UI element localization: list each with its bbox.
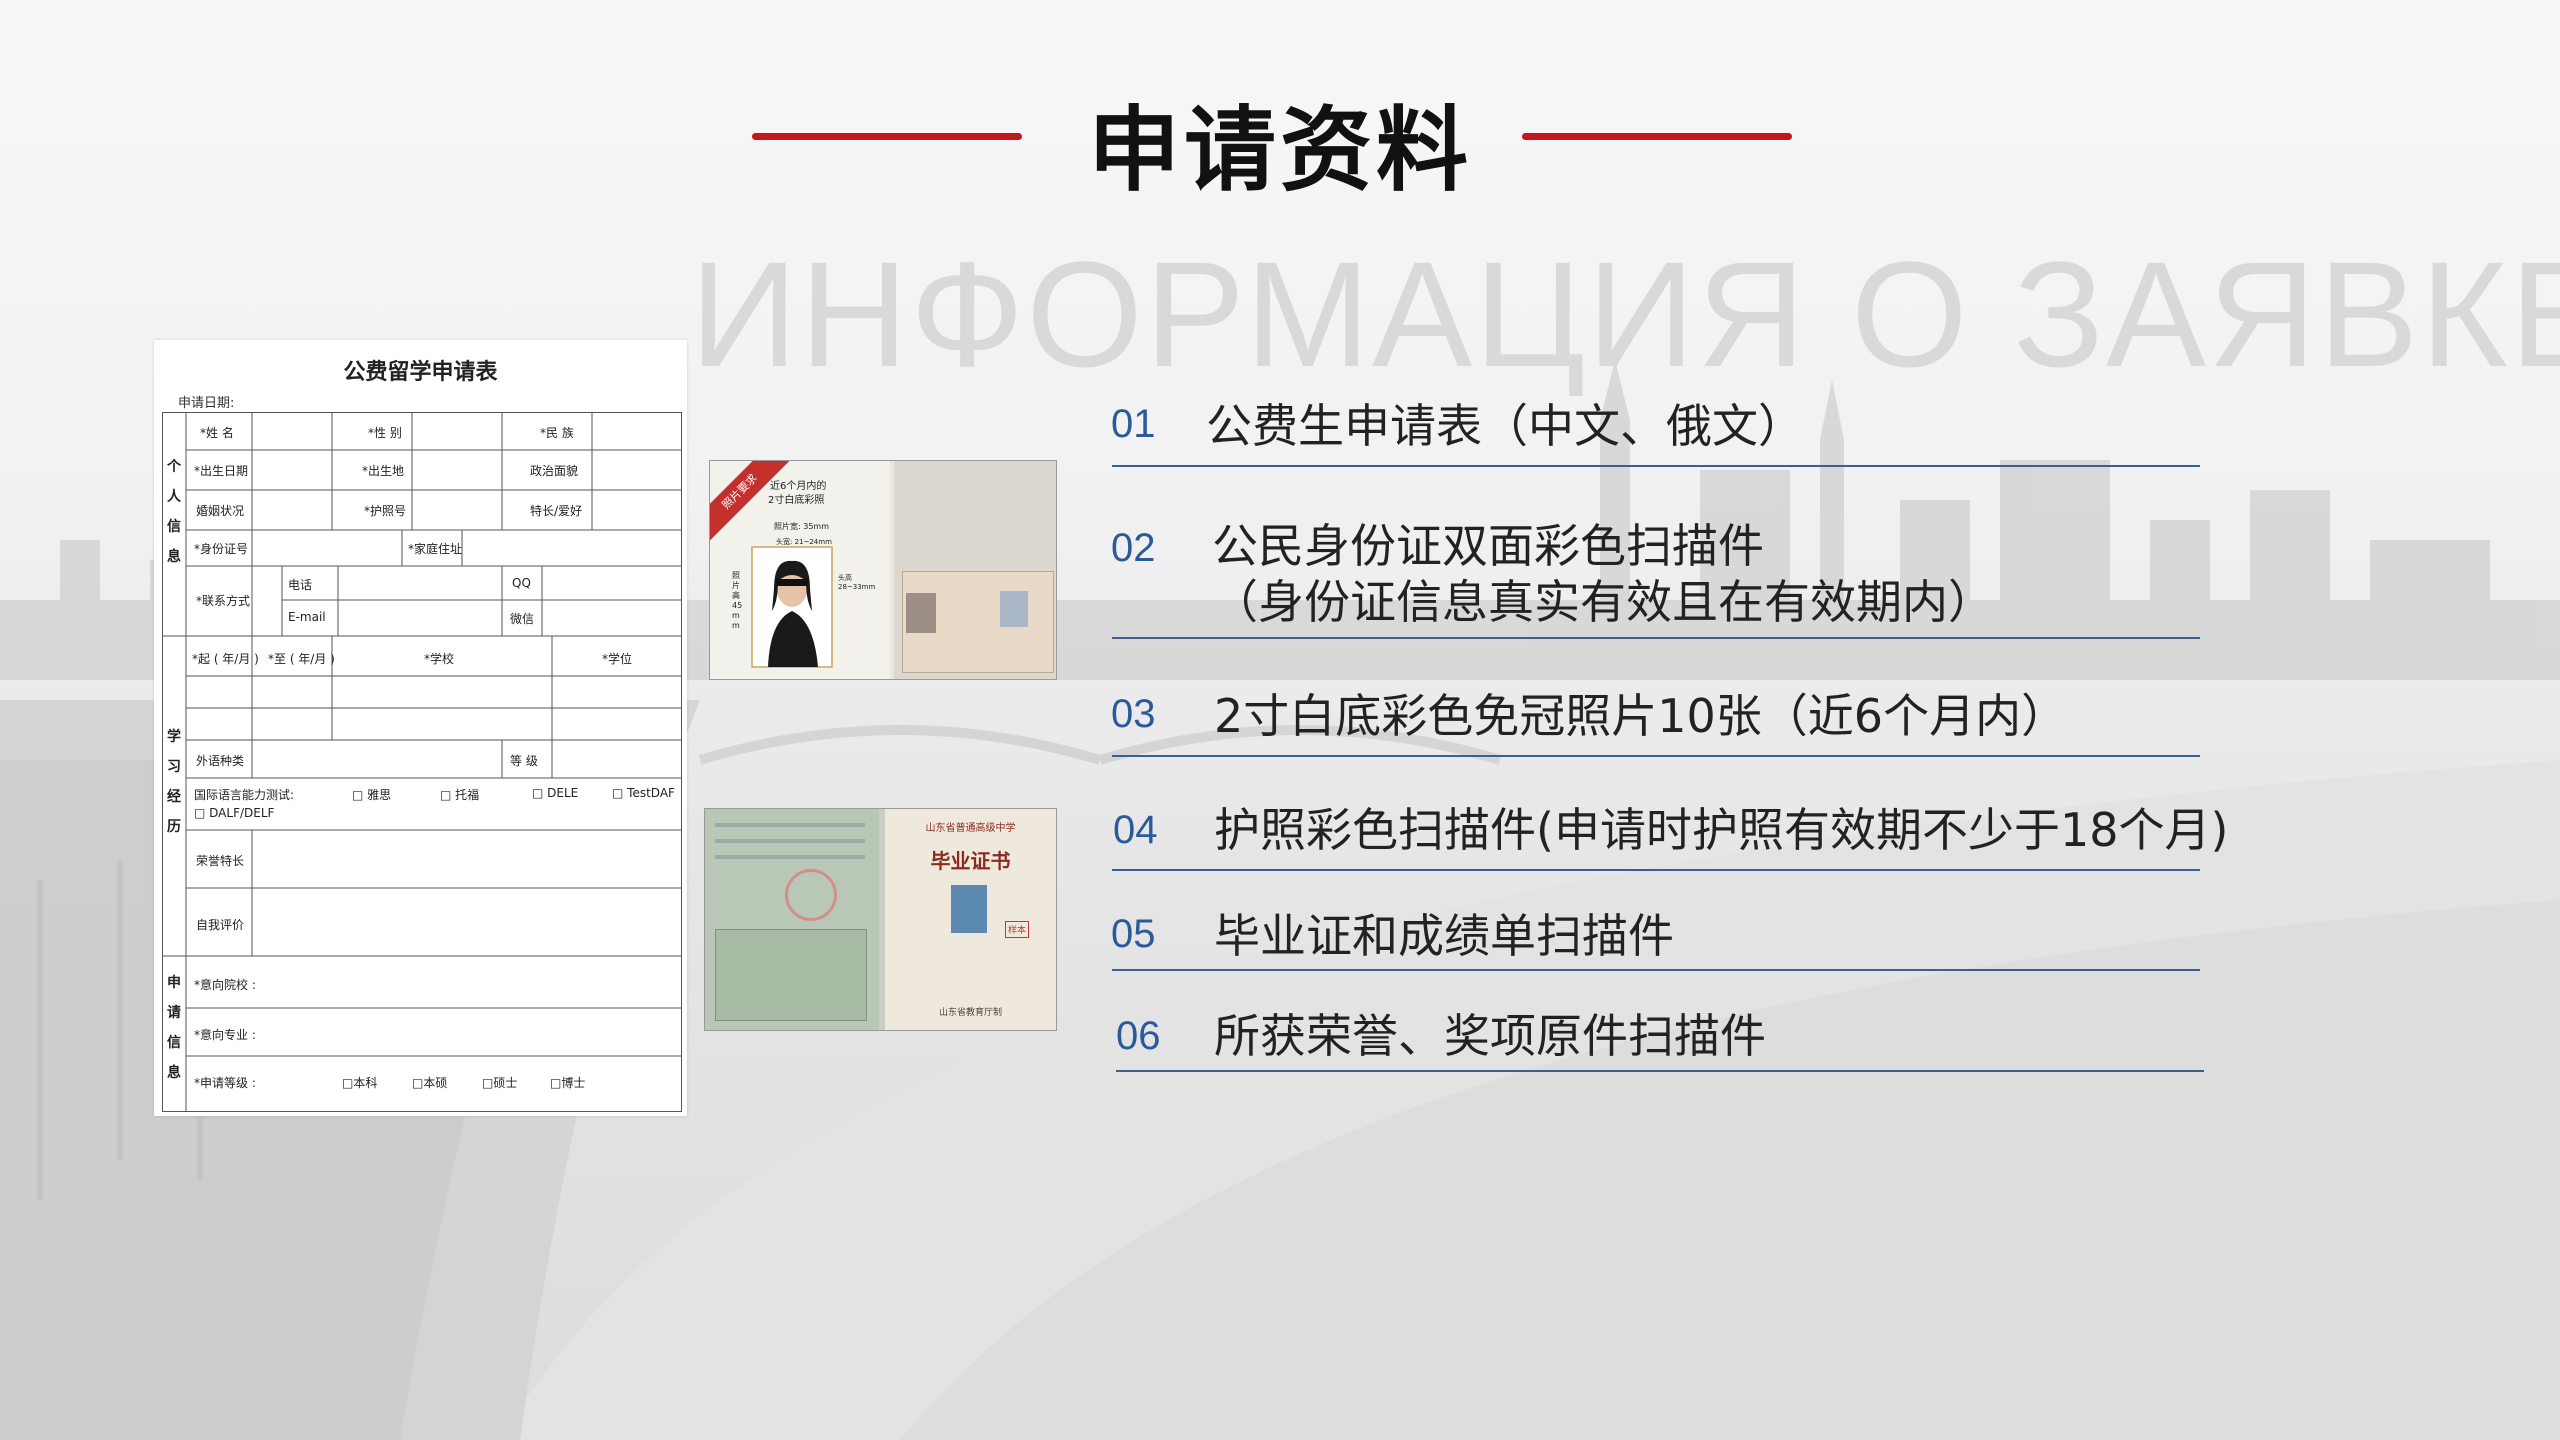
- field-contact: *联系方式: [196, 594, 251, 608]
- field-test-label: 国际语言能力测试:: [194, 788, 295, 802]
- item-text-05: 毕业证和成绩单扫描件: [1214, 909, 1674, 963]
- field-passport: *护照号: [364, 504, 407, 518]
- person-portrait-icon: [751, 546, 833, 668]
- test-option-dalf: □ DALF/DELF: [194, 806, 275, 820]
- field-level: 等 级: [510, 754, 538, 768]
- field-degree: *学位: [602, 652, 633, 666]
- id-photo-sample: 照片要求 近6个月内的 2寸白底彩照 照片宽: 35mm 头宽: 21~24mm…: [710, 461, 890, 679]
- field-birth-date: *出生日期: [194, 464, 249, 478]
- field-phone: 电话: [288, 578, 313, 592]
- field-email: E-mail: [288, 610, 326, 624]
- item-text-02-line2: （身份证信息真实有效且在有效期内）: [1212, 575, 1994, 629]
- certificate-title: 毕业证书: [930, 849, 1011, 873]
- field-marital: 婚姻状况: [196, 504, 245, 518]
- item-separator-02: [1112, 637, 2200, 639]
- field-id-number: *身份证号: [194, 542, 249, 556]
- field-language: 外语种类: [196, 754, 245, 768]
- test-option-testdaf: □ TestDAF: [612, 786, 675, 800]
- item-separator-04: [1112, 869, 2200, 871]
- field-qq: QQ: [512, 576, 531, 590]
- item-number-01: 01: [1111, 402, 1156, 446]
- item-separator-01: [1112, 465, 2200, 467]
- field-apply-level: *申请等级 :: [194, 1076, 256, 1090]
- field-gender: *性 别: [368, 426, 402, 440]
- field-intended-major: *意向专业 :: [194, 1028, 256, 1042]
- test-option-toefl: □ 托福: [440, 788, 480, 802]
- field-address: *家庭住址: [408, 542, 463, 556]
- field-hobby: 特长/爱好: [530, 504, 583, 518]
- page-title: 申请资料: [1087, 97, 1472, 204]
- passport-scan: [894, 461, 1056, 679]
- transcript-scan: [705, 809, 879, 1030]
- field-from: *起 ( 年/月 ): [192, 652, 259, 666]
- item-number-03: 03: [1111, 692, 1156, 736]
- field-ethnicity: *民 族: [540, 426, 574, 440]
- field-political: 政治面貌: [530, 464, 579, 478]
- photo-and-passport-image: 照片要求 近6个月内的 2寸白底彩照 照片宽: 35mm 头宽: 21~24mm…: [709, 460, 1057, 680]
- item-separator-05: [1112, 969, 2200, 971]
- certificate-photo: [951, 885, 987, 933]
- field-school: *学校: [424, 652, 455, 666]
- background-watermark-text: ИНФОРМАЦИЯ О ЗАЯВКЕ: [690, 230, 2560, 398]
- section-apply-label: 申请信息: [167, 975, 181, 1081]
- apply-option-bachelor: □本科: [342, 1076, 378, 1090]
- item-separator-03: [1112, 755, 2200, 757]
- form-title: 公费留学申请表: [343, 360, 498, 385]
- apply-option-master: □硕士: [482, 1076, 518, 1090]
- item-number-05: 05: [1111, 912, 1156, 956]
- item-text-03: 2寸白底彩色免冠照片10张（近6个月内）: [1214, 689, 2068, 743]
- certificate-school: 山东省普通高级中学: [925, 823, 1016, 834]
- certificate-issuer: 山东省教育厅制: [938, 1008, 1002, 1018]
- graduation-certificate-image: 山东省普通高级中学 毕业证书 样本 山东省教育厅制: [704, 808, 1057, 1031]
- section-personal-label: 个人信息: [167, 459, 181, 565]
- field-birthplace: *出生地: [362, 464, 405, 478]
- field-to: *至 ( 年/月 ): [268, 652, 335, 666]
- test-option-ielts: □ 雅思: [352, 788, 392, 802]
- field-wechat: 微信: [510, 612, 535, 626]
- field-self-eval: 自我评价: [196, 918, 245, 932]
- field-intended-school: *意向院校 :: [194, 978, 256, 992]
- test-option-dele: □ DELE: [532, 786, 579, 800]
- certificate-stamp: 样本: [1005, 921, 1030, 938]
- certificate-scan: 山东省普通高级中学 毕业证书 样本 山东省教育厅制: [885, 809, 1056, 1030]
- item-separator-06: [1116, 1070, 2204, 1072]
- section-study-label: 学习经历: [167, 729, 181, 835]
- item-text-04: 护照彩色扫描件(申请时护照有效期不少于18个月): [1214, 803, 2229, 857]
- field-name: *姓 名: [200, 426, 234, 440]
- form-date-label: 申请日期:: [178, 396, 235, 411]
- form-table: 个人信息 学习经历 申请信息 *姓 名 *性 别 *民 族 *出生日期 *出生地…: [162, 412, 682, 1112]
- field-honors: 荣誉特长: [196, 854, 245, 868]
- item-number-04: 04: [1113, 808, 1158, 852]
- item-text-06: 所获荣誉、奖项原件扫描件: [1214, 1009, 1766, 1063]
- item-number-02: 02: [1111, 526, 1156, 570]
- apply-option-phd: □博士: [550, 1076, 586, 1090]
- apply-option-bach-master: □本硕: [412, 1076, 448, 1090]
- item-number-06: 06: [1116, 1014, 1161, 1058]
- application-form-image: 公费留学申请表 申请日期: 个人信息 学习经历 申请信息 *姓 名 *性 别 *…: [154, 340, 687, 1116]
- item-text-01: 公费生申请表（中文、俄文）: [1206, 399, 1804, 453]
